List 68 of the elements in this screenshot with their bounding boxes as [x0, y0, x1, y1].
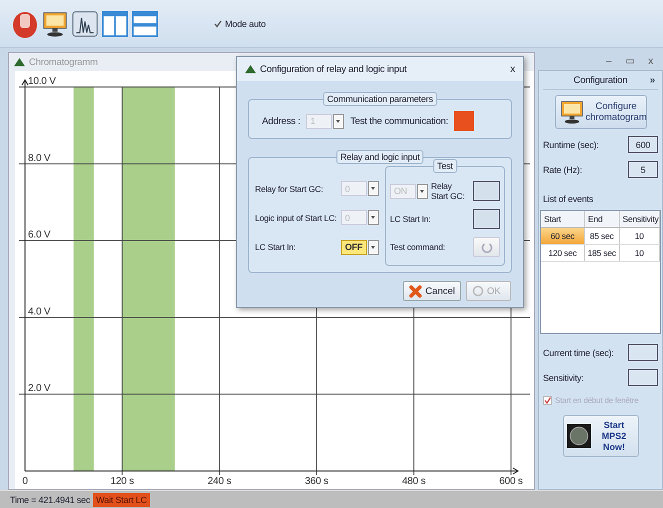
columns-icon[interactable]: [102, 8, 128, 38]
mode-auto-checkbox[interactable]: Mode auto: [214, 18, 266, 28]
table-cell: 120 sec: [541, 245, 586, 261]
ok-icon: [472, 285, 484, 297]
check-icon: [214, 20, 222, 28]
event-row[interactable]: 120 sec 185 sec 10: [541, 245, 660, 262]
field-label: LC Start In:: [255, 242, 296, 252]
field-label: Relay for Start GC:: [255, 184, 323, 194]
group-title: Communication parameters: [323, 92, 437, 106]
section-label: List of events: [543, 194, 594, 204]
table-cell: 185 sec: [585, 245, 620, 261]
window-control[interactable]: x: [648, 56, 653, 66]
field-label: Test the communication:: [350, 116, 448, 126]
tree-icon: [14, 58, 25, 66]
x-tick-label: 120 s: [110, 476, 134, 487]
tree-icon: [245, 64, 256, 74]
rows-icon[interactable]: [132, 8, 158, 38]
field-label: Relay Start GC:: [431, 181, 466, 201]
checkbox-icon: [543, 396, 552, 405]
current-time-field[interactable]: [628, 344, 658, 361]
column-header[interactable]: Start: [541, 211, 586, 227]
field-label: Current time (sec):: [543, 348, 614, 358]
window-control[interactable]: –: [606, 56, 612, 66]
close-button[interactable]: x: [510, 64, 515, 74]
x-tick-label: 360 s: [304, 476, 328, 487]
table-cell: 10: [620, 245, 660, 261]
dialog-title: Configuration of relay and logic input: [260, 64, 408, 74]
table-cell: 60 sec: [541, 228, 586, 244]
sensitivity-field[interactable]: [628, 369, 658, 386]
time-readout: Time = 421.4941 sec: [10, 495, 90, 505]
field-label: Sensitivity:: [543, 372, 584, 382]
x-tick-label: 480 s: [402, 476, 426, 487]
field-label: Rate (Hz):: [543, 164, 582, 174]
field-label: Logic input of Start LC:: [255, 212, 337, 223]
table-cell: 85 sec: [585, 228, 620, 244]
x-tick-label: 0: [22, 476, 28, 487]
start-icon: [566, 424, 590, 448]
y-tick-label: 4.0 V: [28, 306, 50, 318]
table-cell: 10: [620, 228, 660, 244]
cancel-icon: [409, 284, 422, 298]
field-label: Address :: [262, 116, 300, 126]
cancel-button[interactable]: Cancel: [403, 281, 461, 301]
configuration-title: Configuration: [574, 74, 628, 86]
y-tick-label: 10.0 V: [28, 76, 56, 87]
group-title: Test: [433, 159, 457, 173]
runtime-field[interactable]: 600: [628, 136, 658, 153]
y-tick-label: 8.0 V: [28, 152, 50, 164]
column-header[interactable]: End: [585, 211, 620, 227]
start-button[interactable]: Start MPS2 Now!: [562, 415, 638, 457]
field-label: LC Start In:: [390, 214, 432, 224]
x-tick-label: 240 s: [208, 476, 232, 487]
field-label: Test command:: [390, 242, 446, 252]
configure-chromatogram-button[interactable]: Configure chromatogram: [554, 95, 646, 129]
event-row[interactable]: 60 sec 85 sec 10: [541, 228, 660, 245]
power-icon: [480, 241, 492, 253]
x-tick-label: 600 s: [499, 476, 523, 487]
field-label: Runtime (sec):: [543, 140, 599, 150]
column-header[interactable]: Sensitivity: [620, 211, 660, 227]
monitor-icon: [560, 99, 584, 125]
y-tick-label: 6.0 V: [28, 230, 50, 241]
y-tick-label: 2.0 V: [28, 383, 50, 394]
state-badge: Wait Start LC: [93, 493, 150, 507]
panel-title: Chromatogramm: [29, 56, 98, 68]
rate-field[interactable]: 5: [628, 161, 658, 178]
window-control[interactable]: ▭: [625, 55, 634, 67]
collapse-button[interactable]: »: [650, 74, 655, 86]
group-title: Relay and logic input: [336, 150, 424, 164]
chart-icon[interactable]: [72, 8, 98, 38]
